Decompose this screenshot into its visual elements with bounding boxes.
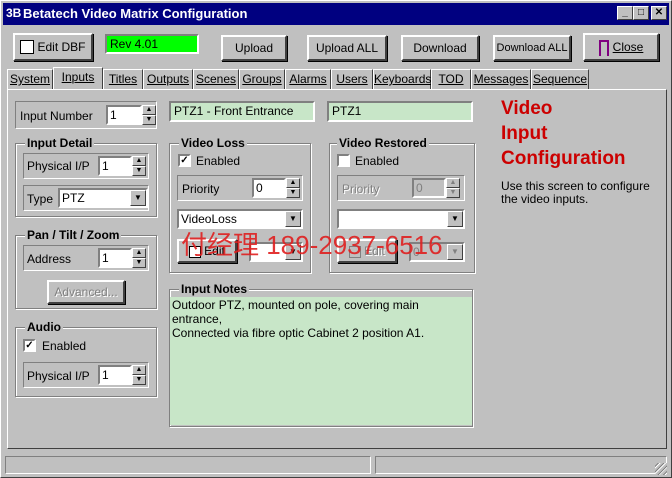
physical-ip-field[interactable]: 1 — [98, 156, 132, 176]
close-label: Close — [612, 40, 644, 54]
edit-dbf-label: Edit DBF — [37, 40, 86, 54]
chevron-down-icon[interactable]: ▼ — [447, 211, 463, 227]
main-window: 3B Betatech Video Matrix Configuration _… — [0, 0, 672, 478]
chevron-down-icon[interactable]: ▼ — [447, 244, 463, 260]
tab-groups[interactable]: Groups — [239, 69, 285, 89]
info-heading-2: Input — [501, 123, 548, 144]
tab-users[interactable]: Users — [331, 69, 373, 89]
input-number-spinner[interactable]: ▲ ▼ — [142, 105, 156, 125]
video-restored-enabled-checkbox[interactable] — [337, 154, 350, 167]
video-loss-priority-spinner[interactable]: ▲ ▼ — [286, 178, 300, 198]
info-heading-1: Video — [501, 98, 553, 119]
tab-tod[interactable]: TOD — [431, 69, 471, 89]
spin-down-icon[interactable]: ▼ — [286, 188, 300, 198]
video-loss-priority-label: Priority — [182, 182, 220, 196]
resize-grip-icon[interactable] — [655, 463, 667, 475]
input-notes-textarea[interactable]: Outdoor PTZ, mounted on pole, covering m… — [170, 297, 472, 425]
audio-enabled-label: Enabled — [42, 339, 87, 353]
edit-dbf-icon — [20, 39, 35, 54]
info-heading-3: Configuration — [501, 148, 626, 169]
status-cell-2 — [375, 456, 667, 474]
advanced-button[interactable]: Advanced... — [47, 280, 125, 304]
input-notes-title: Input Notes — [179, 282, 249, 296]
check-icon: ✓ — [180, 155, 189, 166]
spin-up-icon[interactable]: ▲ — [142, 105, 156, 115]
chevron-down-icon[interactable]: ▼ — [130, 190, 146, 206]
type-value: PTZ — [62, 191, 85, 205]
info-desc-2: the video inputs. — [501, 192, 589, 206]
ptz-title: Pan / Tilt / Zoom — [25, 228, 122, 242]
status-cell-1 — [5, 456, 371, 474]
spin-down-icon[interactable]: ▼ — [132, 258, 146, 268]
minimize-button[interactable]: _ — [617, 6, 633, 20]
tab-scenes[interactable]: Scenes — [193, 69, 239, 89]
video-restored-priority-field[interactable]: 0 — [412, 178, 446, 198]
video-loss-message-value: VideoLoss — [181, 212, 237, 226]
notes-line-1: Outdoor PTZ, mounted on pole, covering m… — [172, 298, 419, 326]
address-field[interactable]: 1 — [98, 248, 132, 268]
download-button[interactable]: Download — [401, 35, 479, 61]
maximize-icon: □ — [637, 7, 645, 18]
tab-inputs[interactable]: Inputs — [53, 67, 103, 89]
input-detail-title: Input Detail — [25, 136, 95, 150]
tab-alarms[interactable]: Alarms — [285, 69, 331, 89]
notes-line-2: Connected via fibre optic Cabinet 2 posi… — [172, 326, 425, 340]
edit-dbf-button[interactable]: Edit DBF — [13, 33, 93, 61]
audio-title: Audio — [25, 320, 63, 334]
tab-sequence[interactable]: Sequence — [531, 69, 589, 89]
audio-physical-spinner[interactable]: ▲ ▼ — [132, 365, 146, 385]
tab-system[interactable]: System — [7, 69, 53, 89]
door-icon — [598, 39, 609, 56]
spin-up-icon[interactable]: ▲ — [286, 178, 300, 188]
spin-up-icon[interactable]: ▲ — [446, 178, 460, 188]
spin-up-icon[interactable]: ▲ — [132, 365, 146, 375]
audio-enabled-checkbox[interactable]: ✓ — [23, 339, 36, 352]
video-loss-enabled-label: Enabled — [196, 154, 241, 168]
address-spinner[interactable]: ▲ ▼ — [132, 248, 146, 268]
info-desc-1: Use this screen to configure — [501, 179, 650, 193]
spin-up-icon[interactable]: ▲ — [132, 156, 146, 166]
close-button[interactable]: Close — [583, 33, 659, 61]
download-all-button[interactable]: Download ALL — [493, 35, 571, 61]
tab-messages[interactable]: Messages — [471, 69, 531, 89]
title-bar[interactable]: 3B Betatech Video Matrix Configuration _… — [3, 3, 669, 25]
video-restored-priority-label: Priority — [342, 182, 380, 196]
video-loss-enabled-checkbox[interactable]: ✓ — [178, 154, 191, 167]
physical-ip-label: Physical I/P — [27, 159, 90, 173]
audio-physical-field[interactable]: 1 — [98, 365, 132, 385]
tab-keyboards[interactable]: Keyboards — [373, 69, 431, 89]
video-loss-priority-field[interactable]: 0 — [252, 178, 286, 198]
input-short-name-field[interactable]: PTZ1 — [327, 101, 473, 122]
revision-display: Rev 4.01 — [105, 34, 199, 54]
minimize-icon: _ — [622, 7, 628, 18]
address-label: Address — [27, 252, 72, 266]
input-number-label: Input Number — [20, 109, 93, 123]
maximize-button[interactable]: □ — [633, 6, 649, 20]
physical-ip-spinner[interactable]: ▲ ▼ — [132, 156, 146, 176]
video-restored-enabled-label: Enabled — [355, 154, 400, 168]
input-title-field[interactable]: PTZ1 - Front Entrance — [169, 101, 315, 122]
tab-titles[interactable]: Titles — [103, 69, 143, 89]
window-title: Betatech Video Matrix Configuration — [23, 6, 248, 21]
type-label: Type — [27, 192, 54, 206]
audio-physical-label: Physical I/P — [27, 369, 90, 383]
spin-down-icon[interactable]: ▼ — [132, 375, 146, 385]
check-icon: ✓ — [25, 340, 34, 351]
spin-down-icon[interactable]: ▼ — [142, 115, 156, 125]
video-loss-title: Video Loss — [179, 136, 247, 150]
video-restored-title: Video Restored — [337, 136, 429, 150]
upload-button[interactable]: Upload — [221, 35, 287, 61]
spin-down-icon[interactable]: ▼ — [446, 188, 460, 198]
close-icon: ✕ — [654, 7, 664, 18]
spin-up-icon[interactable]: ▲ — [132, 248, 146, 258]
app-icon: 3B — [6, 6, 22, 20]
tab-outputs[interactable]: Outputs — [143, 69, 193, 89]
input-number-field[interactable]: 1 — [106, 105, 142, 125]
spin-down-icon[interactable]: ▼ — [132, 166, 146, 176]
video-restored-priority-spinner[interactable]: ▲ ▼ — [446, 178, 460, 198]
upload-all-button[interactable]: Upload ALL — [307, 35, 387, 61]
watermark-text: 付经理 189-2937-6516 — [181, 230, 443, 260]
close-window-button[interactable]: ✕ — [651, 6, 667, 20]
